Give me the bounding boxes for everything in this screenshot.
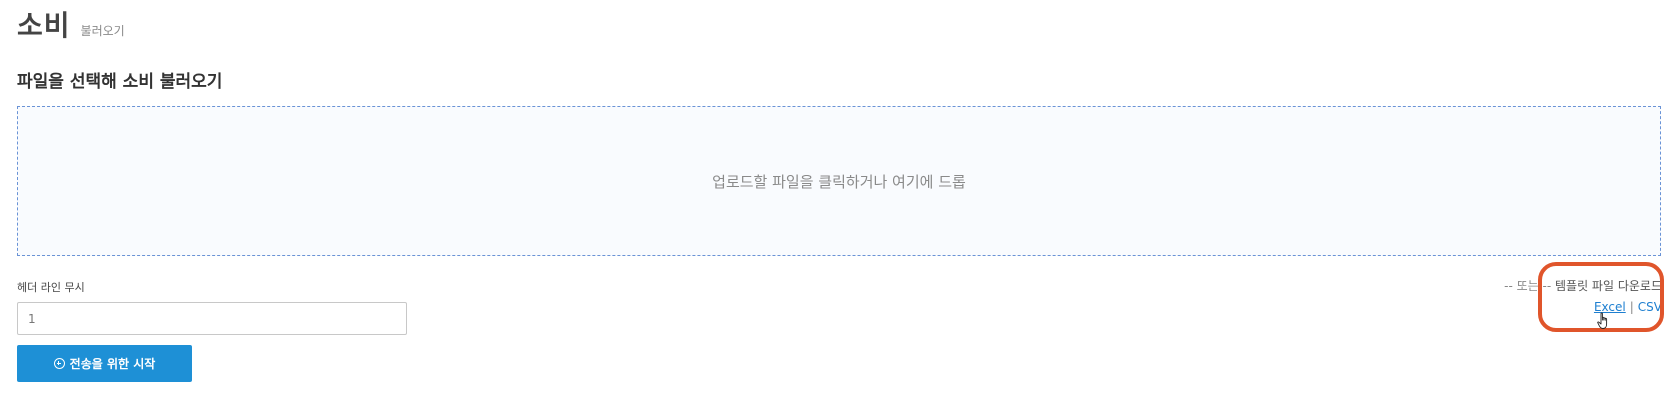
template-download-title: 템플릿 파일 다운로드 bbox=[1555, 279, 1662, 293]
page-title: 소비 bbox=[17, 9, 71, 42]
import-page: 소비 불러오기 파일을 선택해 소비 불러오기 업로드할 파일을 클릭하거나 여… bbox=[0, 0, 1673, 401]
hand-cursor-icon bbox=[1597, 312, 1608, 329]
template-download-header: -- 또는 -- 템플릿 파일 다운로드 bbox=[1504, 277, 1662, 294]
csv-template-link[interactable]: CSV bbox=[1638, 300, 1662, 314]
or-separator: -- 또는 -- bbox=[1504, 279, 1552, 293]
skip-header-input[interactable] bbox=[17, 302, 407, 335]
link-separator: | bbox=[1629, 300, 1634, 314]
section-title: 파일을 선택해 소비 불러오기 bbox=[17, 72, 223, 92]
file-dropzone[interactable]: 업로드할 파일을 클릭하거나 여기에 드롭 bbox=[17, 106, 1661, 256]
page-subtitle: 불러오기 bbox=[80, 24, 125, 38]
page-header: 소비 불러오기 bbox=[17, 4, 125, 44]
start-import-button[interactable]: 전송을 위한 시작 bbox=[17, 345, 192, 382]
dropzone-text: 업로드할 파일을 클릭하거나 여기에 드롭 bbox=[712, 172, 966, 191]
template-links: Excel | CSV bbox=[1504, 300, 1662, 314]
template-download: -- 또는 -- 템플릿 파일 다운로드 Excel | CSV bbox=[1504, 277, 1662, 314]
excel-template-link[interactable]: Excel bbox=[1594, 300, 1626, 314]
start-import-label: 전송을 위한 시작 bbox=[69, 357, 156, 371]
plus-circle-icon bbox=[53, 358, 65, 369]
skip-header-label: 헤더 라인 무시 bbox=[17, 281, 85, 294]
